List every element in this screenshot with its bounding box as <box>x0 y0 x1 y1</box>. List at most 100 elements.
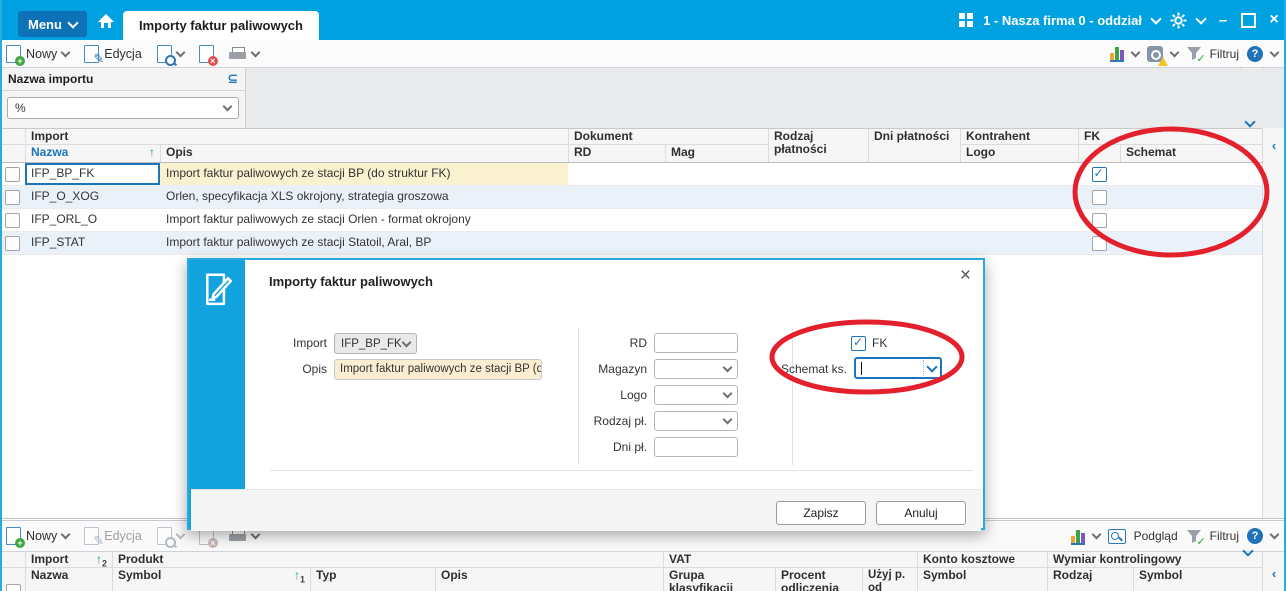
filter-label[interactable]: Filtruj <box>1210 47 1239 61</box>
chevron-down-icon[interactable] <box>1269 529 1280 540</box>
fk-checkbox[interactable] <box>1091 212 1107 228</box>
column-header-opis[interactable]: Opis <box>160 145 568 162</box>
expand-panel-button[interactable] <box>1238 544 1258 557</box>
collapse-side-panel[interactable]: ‹ <box>1262 128 1285 518</box>
chart-icon[interactable] <box>1070 528 1085 545</box>
preview-window-icon[interactable] <box>1107 528 1126 544</box>
chevron-down-icon[interactable] <box>1130 47 1141 57</box>
minimize-button[interactable]: – <box>1215 12 1231 29</box>
chevron-down-icon[interactable] <box>60 47 71 57</box>
chart-icon[interactable] <box>1109 45 1124 62</box>
chevron-down-icon[interactable] <box>1150 12 1162 25</box>
column-group-wymiar-kontrolingowy[interactable]: Wymiar kontrolingowy <box>1047 552 1262 568</box>
column-header-schemat[interactable]: Schemat <box>1120 145 1262 162</box>
magazyn-combobox[interactable] <box>654 359 738 379</box>
row-checkbox[interactable] <box>6 584 21 591</box>
column-group-produkt[interactable]: Produkt <box>112 552 663 568</box>
row-checkbox[interactable] <box>5 166 20 182</box>
preview-button[interactable] <box>156 527 186 548</box>
home-button[interactable] <box>95 10 117 32</box>
row-checkbox[interactable] <box>5 212 20 228</box>
cell-nazwa[interactable]: IFP_O_XOG <box>25 186 160 208</box>
column-header-nazwa[interactable]: Nazwa ↑ <box>25 145 160 162</box>
table-row[interactable]: IFP_ORL_O Import faktur paliwowych ze st… <box>0 209 1262 232</box>
print-button[interactable] <box>228 529 261 543</box>
edit-button[interactable]: ✎ Edycja <box>84 44 142 66</box>
new-button[interactable]: + Nowy <box>6 527 71 548</box>
filter-icon[interactable]: ✓ <box>1186 529 1206 548</box>
opis-field[interactable]: Import faktur paliwowych ze stacji BP (d… <box>334 359 542 380</box>
cell-nazwa[interactable]: IFP_BP_FK <box>25 163 160 185</box>
column-header-rodzaj[interactable]: Rodzaj <box>1047 568 1133 591</box>
delete-button[interactable]: × <box>198 44 218 66</box>
gear-icon[interactable] <box>1170 12 1187 29</box>
column-header-symbol-konto[interactable]: Symbol <box>917 568 1047 591</box>
chevron-down-icon[interactable] <box>250 47 261 57</box>
column-group-konto-kosztowe[interactable]: Konto kosztowe <box>917 552 1047 568</box>
logo-combobox[interactable] <box>654 385 738 405</box>
column-group-fk[interactable]: FK <box>1078 129 1262 145</box>
subset-operator-icon[interactable]: ⊆ <box>227 71 238 87</box>
row-checkbox[interactable] <box>5 235 20 251</box>
fk-checkbox[interactable] <box>1091 189 1107 205</box>
column-group-kontrahent[interactable]: Kontrahent <box>960 129 1078 145</box>
column-group-import[interactable]: Import ↑2 <box>25 552 112 568</box>
rodzaj-platnosci-combobox[interactable] <box>654 411 738 431</box>
fk-checkbox[interactable] <box>851 335 866 351</box>
company-selector[interactable]: 1 - Nasza firma 0 - oddział <box>983 13 1142 28</box>
schemat-ks-combobox[interactable] <box>854 357 942 379</box>
dni-platnosci-field[interactable] <box>654 437 738 457</box>
column-header-symbol-wymiar[interactable]: Symbol <box>1133 568 1262 591</box>
fk-checkbox[interactable] <box>1091 166 1107 182</box>
help-icon[interactable]: ? <box>1247 528 1263 544</box>
column-header-fk-check[interactable] <box>1078 145 1120 162</box>
edit-button[interactable]: ✎ Edycja <box>84 527 142 548</box>
rd-field[interactable] <box>654 333 738 353</box>
cell-nazwa[interactable]: IFP_ORL_O <box>25 209 160 231</box>
collapse-side-panel[interactable]: ‹ <box>1262 552 1285 591</box>
column-header-symbol[interactable]: Symbol ↑1 <box>112 568 310 591</box>
chevron-down-icon[interactable] <box>1195 12 1207 25</box>
chevron-down-icon[interactable] <box>1269 47 1280 57</box>
column-header-nazwa[interactable]: Nazwa <box>25 568 112 591</box>
new-button[interactable]: + Nowy <box>6 44 71 66</box>
filter-icon[interactable]: ✓ <box>1186 46 1206 65</box>
row-checkbox[interactable] <box>5 189 20 205</box>
table-row[interactable]: IFP_STAT Import faktur paliwowych ze sta… <box>0 232 1262 255</box>
column-header-procent-odliczenia[interactable]: Procent odliczenia <box>775 568 862 591</box>
column-group-dokument[interactable]: Dokument <box>568 129 768 145</box>
column-header-rodzaj-platnosci[interactable]: Rodzaj płatności <box>768 129 868 162</box>
filter-value-combobox[interactable]: % <box>7 97 239 119</box>
cell-opis[interactable]: Import faktur paliwowych ze stacji Orlen… <box>160 209 568 231</box>
expand-filter-button[interactable] <box>1240 115 1260 128</box>
column-header-uzyj-p-od-pojazdu[interactable]: Użyj p. od pojazdu <box>862 568 917 591</box>
print-button[interactable] <box>228 46 261 61</box>
chevron-down-icon[interactable] <box>250 529 261 540</box>
cell-opis[interactable]: Import faktur paliwowych ze stacji BP (d… <box>160 163 568 185</box>
column-header-typ[interactable]: Typ <box>310 568 435 591</box>
cancel-button[interactable]: Anuluj <box>876 501 966 525</box>
column-group-import[interactable]: Import <box>25 129 568 145</box>
save-button[interactable]: Zapisz <box>776 501 866 525</box>
column-header-rd[interactable]: RD <box>568 145 665 162</box>
apps-grid-icon[interactable] <box>959 13 974 27</box>
cell-opis[interactable]: Import faktur paliwowych ze stacji Stato… <box>160 232 568 254</box>
preview-button[interactable] <box>156 44 186 66</box>
column-header-logo[interactable]: Logo <box>960 145 1078 162</box>
chevron-down-icon[interactable] <box>1091 529 1102 540</box>
table-row[interactable]: IFP_BP_FK Import faktur paliwowych ze st… <box>0 163 1262 186</box>
close-button[interactable]: × <box>1266 11 1282 29</box>
maximize-button[interactable] <box>1241 12 1256 28</box>
chevron-down-icon[interactable] <box>60 529 71 540</box>
column-header-dni-platnosci[interactable]: Dni płatności <box>868 129 960 162</box>
preview-label[interactable]: Podgląd <box>1134 529 1178 543</box>
cell-nazwa[interactable]: IFP_STAT <box>25 232 160 254</box>
fk-checkbox[interactable] <box>1091 235 1107 251</box>
column-header-mag[interactable]: Mag <box>665 145 768 162</box>
chevron-down-icon[interactable] <box>1169 47 1180 57</box>
import-combobox[interactable]: IFP_BP_FK <box>334 333 417 354</box>
column-header-grupa-klasyfikacji[interactable]: Grupa klasyfikacji <box>663 568 775 591</box>
chevron-down-icon[interactable] <box>175 47 186 57</box>
menu-button[interactable]: Menu <box>18 11 87 37</box>
filter-label[interactable]: Filtruj <box>1210 529 1239 543</box>
